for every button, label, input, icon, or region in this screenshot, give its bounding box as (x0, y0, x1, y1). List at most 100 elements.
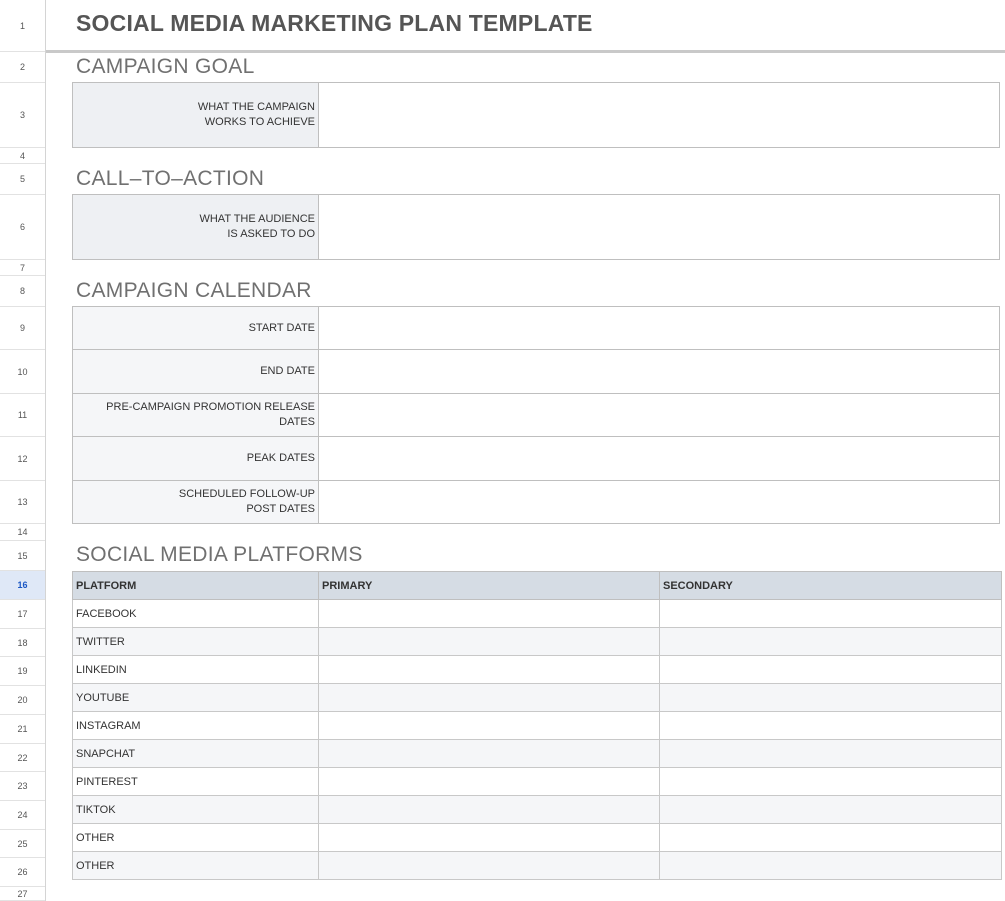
row-header[interactable]: 20 (0, 686, 45, 715)
calendar-value-cell[interactable] (319, 307, 999, 349)
platform-cell[interactable]: TIKTOK (72, 795, 319, 824)
table-row: TWITTER (72, 627, 1002, 656)
secondary-cell[interactable] (659, 627, 1002, 656)
row-header[interactable]: 3 (0, 83, 45, 148)
table-row: OTHER (72, 823, 1002, 852)
secondary-cell[interactable] (659, 851, 1002, 880)
column-header-primary[interactable]: PRIMARY (318, 571, 660, 600)
primary-cell[interactable] (318, 851, 660, 880)
call-to-action-heading[interactable]: CALL–TO–ACTION (76, 167, 264, 191)
campaign-goal-label[interactable]: WHAT THE CAMPAIGN WORKS TO ACHIEVE (73, 83, 319, 147)
primary-cell[interactable] (318, 711, 660, 740)
secondary-cell[interactable] (659, 683, 1002, 712)
row-header[interactable]: 1 (0, 0, 45, 52)
call-to-action-row: WHAT THE AUDIENCE IS ASKED TO DO (73, 195, 999, 259)
calendar-value-cell[interactable] (319, 481, 999, 523)
calendar-value-cell[interactable] (319, 437, 999, 480)
calendar-value-cell[interactable] (319, 394, 999, 436)
primary-cell[interactable] (318, 655, 660, 684)
primary-cell[interactable] (318, 599, 660, 628)
calendar-row-pre-campaign: PRE-CAMPAIGN PROMOTION RELEASE DATES (73, 394, 999, 437)
row-header[interactable]: 8 (0, 276, 45, 307)
calendar-row-peak-dates: PEAK DATES (73, 437, 999, 481)
secondary-cell[interactable] (659, 795, 1002, 824)
row-header[interactable]: 6 (0, 195, 45, 260)
platform-cell[interactable]: OTHER (72, 851, 319, 880)
platform-cell[interactable]: FACEBOOK (72, 599, 319, 628)
primary-cell[interactable] (318, 683, 660, 712)
row-header[interactable]: 7 (0, 260, 45, 276)
row-header[interactable]: 21 (0, 715, 45, 744)
row-header[interactable]: 22 (0, 744, 45, 772)
row-header[interactable]: 10 (0, 350, 45, 394)
secondary-cell[interactable] (659, 767, 1002, 796)
calendar-label[interactable]: START DATE (73, 307, 319, 349)
platforms-header-row: PLATFORM PRIMARY SECONDARY (72, 571, 1002, 600)
platforms-heading[interactable]: SOCIAL MEDIA PLATFORMS (76, 543, 363, 567)
platform-cell[interactable]: PINTEREST (72, 767, 319, 796)
calendar-label[interactable]: SCHEDULED FOLLOW-UP POST DATES (73, 481, 319, 523)
row-header[interactable]: 13 (0, 481, 45, 524)
calendar-label[interactable]: PEAK DATES (73, 437, 319, 480)
row-header[interactable]: 24 (0, 801, 45, 830)
platform-cell[interactable]: YOUTUBE (72, 683, 319, 712)
calendar-row-start-date: START DATE (73, 307, 999, 350)
table-row: INSTAGRAM (72, 711, 1002, 740)
calendar-label[interactable]: END DATE (73, 350, 319, 393)
row-header[interactable]: 4 (0, 148, 45, 164)
row-header[interactable]: 9 (0, 307, 45, 350)
call-to-action-label[interactable]: WHAT THE AUDIENCE IS ASKED TO DO (73, 195, 319, 259)
row-header[interactable]: 5 (0, 164, 45, 195)
table-row: YOUTUBE (72, 683, 1002, 712)
primary-cell[interactable] (318, 823, 660, 852)
row-header[interactable]: 27 (0, 887, 45, 901)
campaign-goal-box: WHAT THE CAMPAIGN WORKS TO ACHIEVE (72, 82, 1000, 148)
secondary-cell[interactable] (659, 711, 1002, 740)
campaign-goal-heading[interactable]: CAMPAIGN GOAL (76, 55, 255, 79)
secondary-cell[interactable] (659, 823, 1002, 852)
primary-cell[interactable] (318, 739, 660, 768)
campaign-goal-value-cell[interactable] (319, 83, 999, 147)
calendar-value-cell[interactable] (319, 350, 999, 393)
primary-cell[interactable] (318, 627, 660, 656)
primary-cell[interactable] (318, 795, 660, 824)
platform-cell[interactable]: TWITTER (72, 627, 319, 656)
call-to-action-value-cell[interactable] (319, 195, 999, 259)
title-divider (46, 50, 1005, 53)
row-header[interactable]: 14 (0, 524, 45, 541)
row-header[interactable]: 18 (0, 629, 45, 657)
table-row: LINKEDIN (72, 655, 1002, 684)
platform-cell[interactable]: INSTAGRAM (72, 711, 319, 740)
row-header-selected[interactable]: 16 (0, 571, 45, 600)
sheet-title[interactable]: SOCIAL MEDIA MARKETING PLAN TEMPLATE (76, 10, 593, 37)
call-to-action-box: WHAT THE AUDIENCE IS ASKED TO DO (72, 194, 1000, 260)
table-row: TIKTOK (72, 795, 1002, 824)
table-row: PINTEREST (72, 767, 1002, 796)
row-header[interactable]: 12 (0, 437, 45, 481)
platform-cell[interactable]: LINKEDIN (72, 655, 319, 684)
table-row: OTHER (72, 851, 1002, 880)
secondary-cell[interactable] (659, 739, 1002, 768)
primary-cell[interactable] (318, 767, 660, 796)
column-header-secondary[interactable]: SECONDARY (659, 571, 1002, 600)
row-header[interactable]: 19 (0, 657, 45, 686)
row-header[interactable]: 15 (0, 541, 45, 571)
row-header[interactable]: 23 (0, 772, 45, 801)
campaign-calendar-box: START DATE END DATE PRE-CAMPAIGN PROMOTI… (72, 306, 1000, 524)
secondary-cell[interactable] (659, 655, 1002, 684)
row-header[interactable]: 11 (0, 394, 45, 437)
table-row: FACEBOOK (72, 599, 1002, 628)
table-row: SNAPCHAT (72, 739, 1002, 768)
row-header[interactable]: 2 (0, 52, 45, 83)
campaign-goal-row: WHAT THE CAMPAIGN WORKS TO ACHIEVE (73, 83, 999, 147)
platform-cell[interactable]: SNAPCHAT (72, 739, 319, 768)
column-header-platform[interactable]: PLATFORM (72, 571, 319, 600)
calendar-row-follow-up: SCHEDULED FOLLOW-UP POST DATES (73, 481, 999, 523)
row-header[interactable]: 25 (0, 830, 45, 858)
campaign-calendar-heading[interactable]: CAMPAIGN CALENDAR (76, 279, 312, 303)
calendar-label[interactable]: PRE-CAMPAIGN PROMOTION RELEASE DATES (73, 394, 319, 436)
row-header[interactable]: 26 (0, 858, 45, 887)
platform-cell[interactable]: OTHER (72, 823, 319, 852)
row-header[interactable]: 17 (0, 600, 45, 629)
secondary-cell[interactable] (659, 599, 1002, 628)
